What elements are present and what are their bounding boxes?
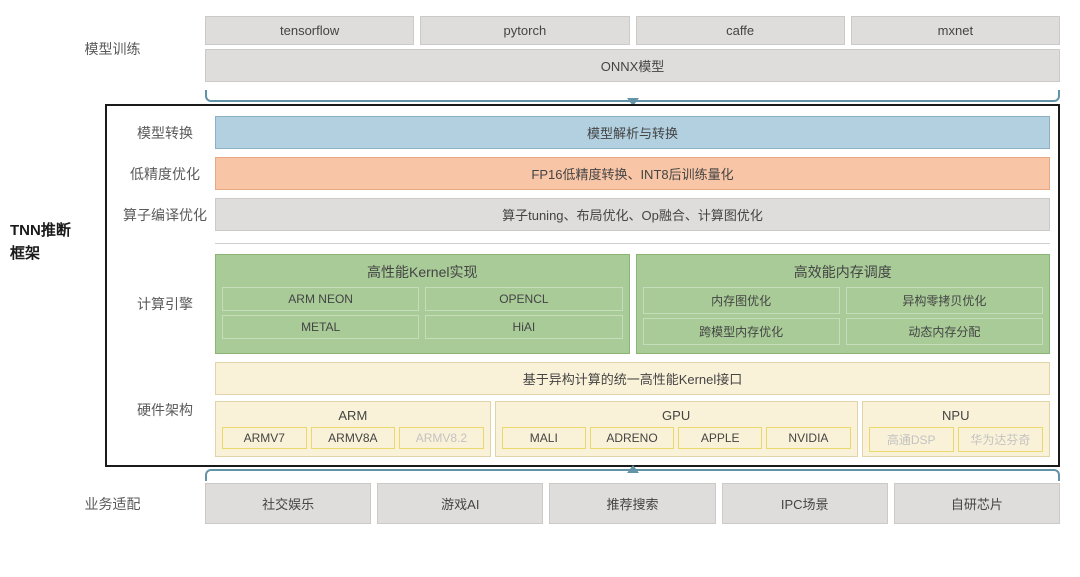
framework-tensorflow: tensorflow: [205, 16, 414, 45]
row-biz-adapt: 业务适配 社交娱乐 游戏AI 推荐搜索 IPC场景 自研芯片: [20, 483, 1060, 524]
framework-pytorch: pytorch: [420, 16, 629, 45]
label-hardware: 硬件架构: [115, 362, 215, 457]
hw-apple: APPLE: [678, 427, 762, 449]
row-compute-engine: 计算引擎 高性能Kernel实现 ARM NEON OPENCL METAL H…: [115, 254, 1050, 354]
box-low-precision: FP16低精度转换、INT8后训练量化: [215, 157, 1050, 190]
hw-group-npu: NPU 高通DSP 华为达芬奇: [862, 401, 1050, 457]
biz-ipc: IPC场景: [722, 483, 888, 524]
pane-mem-sched: 高效能内存调度 内存图优化 异构零拷贝优化 跨模型内存优化 动态内存分配: [636, 254, 1051, 354]
hw-mali: MALI: [502, 427, 586, 449]
biz-chip: 自研芯片: [894, 483, 1060, 524]
label-model-training: 模型训练: [20, 16, 205, 82]
mem-zero-copy: 异构零拷贝优化: [846, 287, 1043, 314]
hw-huawei-davinci: 华为达芬奇: [958, 427, 1043, 452]
row-low-precision: 低精度优化 FP16低精度转换、INT8后训练量化: [115, 157, 1050, 190]
main-frame: 模型转换 模型解析与转换 低精度优化 FP16低精度转换、INT8后训练量化 算…: [105, 104, 1060, 467]
framework-caffe: caffe: [636, 16, 845, 45]
framework-mxnet: mxnet: [851, 16, 1060, 45]
mem-graph-opt: 内存图优化: [643, 287, 840, 314]
bracket-up-icon: [205, 467, 1060, 481]
hw-group-gpu: GPU MALI ADRENO APPLE NVIDIA: [495, 401, 858, 457]
hw-title-gpu: GPU: [502, 406, 851, 427]
row-model-convert: 模型转换 模型解析与转换: [115, 116, 1050, 149]
hw-title-arm: ARM: [222, 406, 484, 427]
hw-armv82: ARMV8.2: [399, 427, 484, 449]
mem-cross-model: 跨模型内存优化: [643, 318, 840, 345]
hw-adreno: ADRENO: [590, 427, 674, 449]
onnx-model: ONNX模型: [205, 49, 1060, 82]
model-training-row: 模型训练 tensorflow pytorch caffe mxnet ONNX…: [20, 16, 1060, 82]
hw-nvidia: NVIDIA: [766, 427, 850, 449]
biz-game-ai: 游戏AI: [377, 483, 543, 524]
biz-recommend: 推荐搜索: [549, 483, 715, 524]
label-biz-adapt: 业务适配: [20, 483, 205, 524]
label-compute-engine: 计算引擎: [115, 254, 215, 354]
title-kernel-impl: 高性能Kernel实现: [222, 259, 623, 287]
divider: [215, 243, 1050, 244]
kernel-metal: METAL: [222, 315, 419, 339]
hw-armv7: ARMV7: [222, 427, 307, 449]
label-model-convert: 模型转换: [115, 116, 215, 149]
hw-group-arm: ARM ARMV7 ARMV8A ARMV8.2: [215, 401, 491, 457]
hw-title-npu: NPU: [869, 406, 1043, 427]
mem-dynamic: 动态内存分配: [846, 318, 1043, 345]
biz-social: 社交娱乐: [205, 483, 371, 524]
label-op-optimize: 算子编译优化: [115, 198, 215, 231]
kernel-arm-neon: ARM NEON: [222, 287, 419, 311]
row-hardware: 硬件架构 基于异构计算的统一高性能Kernel接口 ARM ARMV7 ARMV…: [115, 362, 1050, 457]
kernel-opencl: OPENCL: [425, 287, 622, 311]
hw-qualcomm-dsp: 高通DSP: [869, 427, 954, 452]
box-op-optimize: 算子tuning、布局优化、Op融合、计算图优化: [215, 198, 1050, 231]
kernel-hiai: HiAI: [425, 315, 622, 339]
box-model-convert: 模型解析与转换: [215, 116, 1050, 149]
title-mem-sched: 高效能内存调度: [643, 259, 1044, 287]
side-title: TNN推断框架: [10, 220, 82, 265]
hw-header: 基于异构计算的统一高性能Kernel接口: [215, 362, 1050, 395]
pane-kernel-impl: 高性能Kernel实现 ARM NEON OPENCL METAL HiAI: [215, 254, 630, 354]
bracket-down-icon: [205, 90, 1060, 104]
row-op-optimize: 算子编译优化 算子tuning、布局优化、Op融合、计算图优化: [115, 198, 1050, 231]
hw-armv8a: ARMV8A: [311, 427, 396, 449]
label-low-precision: 低精度优化: [115, 157, 215, 190]
